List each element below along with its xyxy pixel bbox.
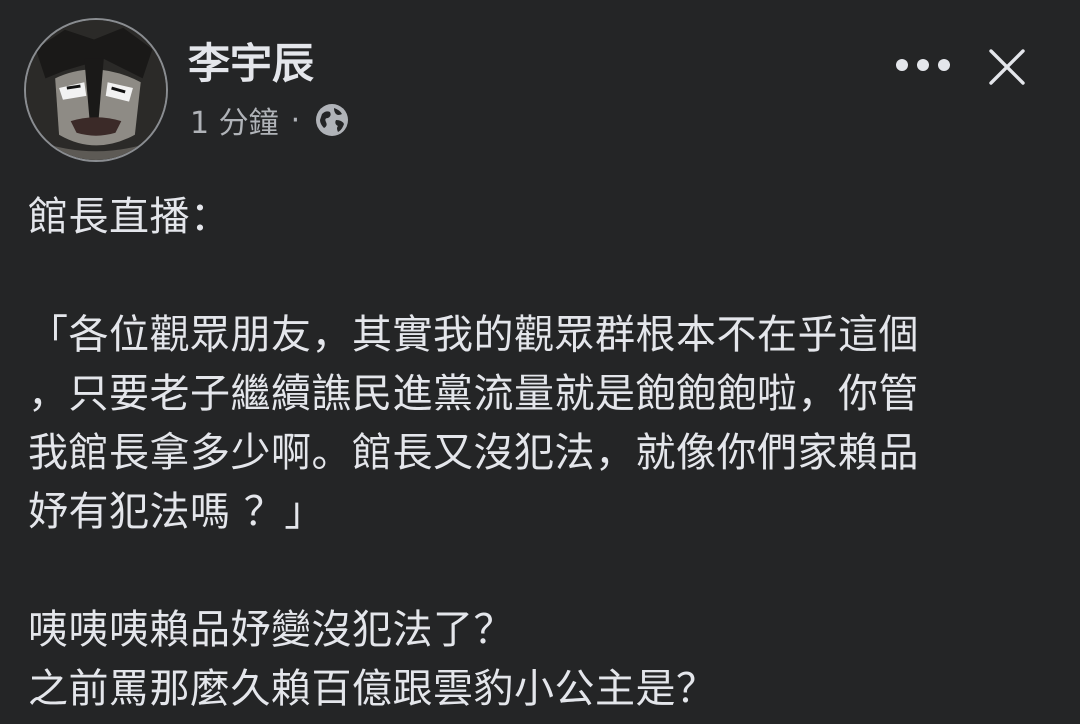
post-timestamp[interactable]: 1 分鐘: [190, 98, 279, 142]
post-line: ，只要老子繼續譙民進黨流量就是飽飽飽啦，你管: [28, 371, 919, 417]
globe-icon: [316, 104, 349, 136]
post-line: 我館長拿多少啊。館長又沒犯法，就像你們家賴品: [28, 430, 919, 476]
meta-separator: ·: [290, 102, 301, 138]
author-avatar[interactable]: [24, 18, 168, 162]
avatar-image: [26, 20, 166, 160]
post-line: 妤有犯法嗎 ？」: [28, 489, 325, 535]
close-icon: [989, 49, 1025, 85]
post-line: 之前罵那麼久賴百億跟雲豹小公主是？: [28, 666, 717, 712]
close-button[interactable]: [982, 42, 1032, 92]
author-name[interactable]: 李宇辰: [188, 36, 314, 92]
more-options-button[interactable]: [890, 42, 956, 88]
post-body: 館長直播： 「各位觀眾朋友，其實我的觀眾群根本不在乎這個 ，只要老子繼續譙民進黨…: [28, 188, 1068, 719]
post-line: 「各位觀眾朋友，其實我的觀眾群根本不在乎這個: [28, 312, 919, 358]
post-paragraph: 館長直播：: [28, 194, 231, 240]
post-meta: 1 分鐘 ·: [190, 98, 350, 142]
more-dots-icon: [896, 59, 950, 71]
post-card: 李宇辰 1 分鐘 · 館長直播： 「各位觀眾朋友，其實我的觀眾群根本不在乎這個 …: [0, 0, 1080, 724]
post-line: 咦咦咦賴品妤變沒犯法了？: [28, 607, 514, 653]
